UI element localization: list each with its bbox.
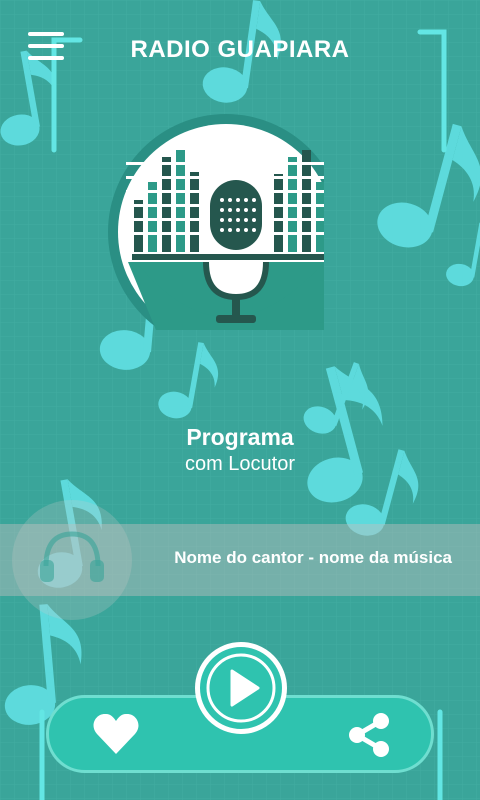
now-playing-song: Nome do cantor - nome da música xyxy=(174,548,452,567)
play-icon[interactable] xyxy=(206,653,276,723)
program-host: com Locutor xyxy=(184,453,296,475)
program-title: Programa xyxy=(186,424,294,450)
headphones-icon xyxy=(40,531,104,582)
share-icon[interactable] xyxy=(346,712,392,758)
heart-icon[interactable] xyxy=(92,712,140,756)
app-title: RADIO GUAPIARA xyxy=(130,36,350,63)
microphone-equalizer-logo xyxy=(108,114,324,330)
play-button[interactable] xyxy=(195,642,287,734)
